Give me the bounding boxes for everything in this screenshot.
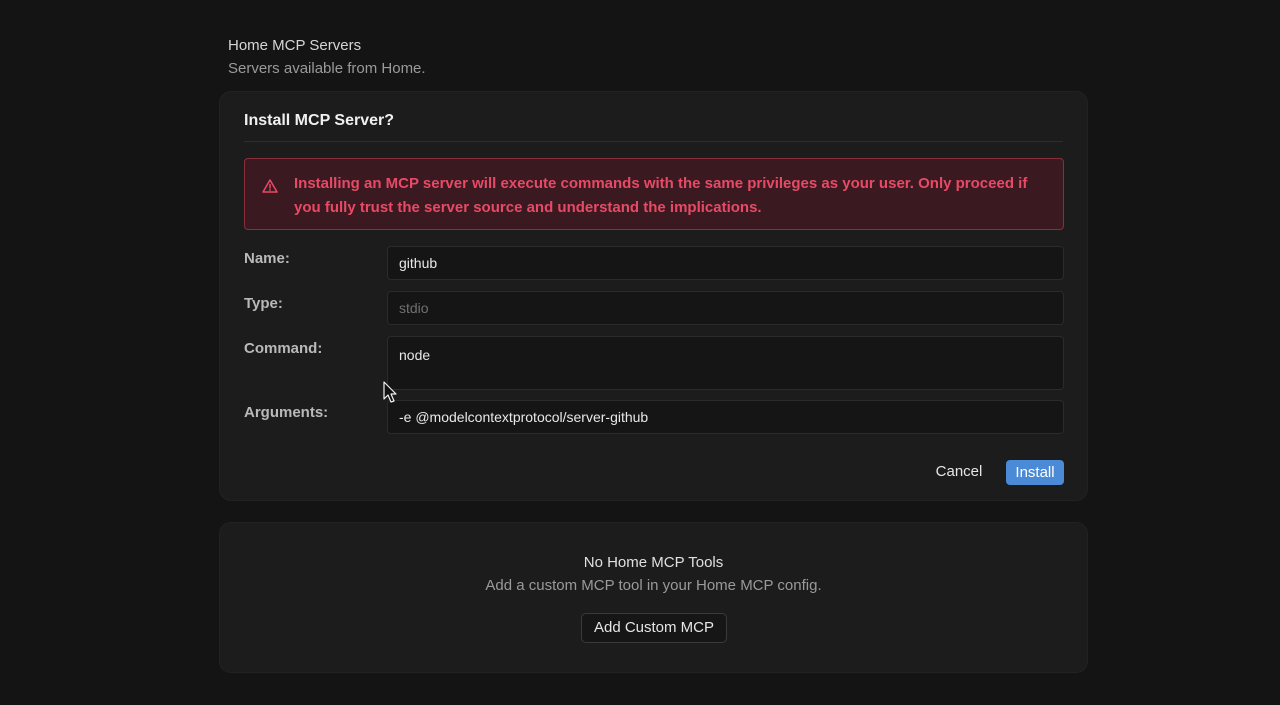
- dialog-title: Install MCP Server?: [244, 112, 394, 129]
- arguments-label: Arguments:: [244, 404, 329, 421]
- install-button[interactable]: Install: [1006, 460, 1064, 485]
- install-mcp-dialog: Install MCP Server? Installing an MCP se…: [219, 91, 1088, 501]
- dialog-divider: [244, 141, 1063, 142]
- section-header: Home MCP Servers Servers available from …: [228, 37, 426, 78]
- type-label: Type:: [244, 295, 283, 312]
- command-label: Command:: [244, 340, 323, 357]
- warning-text: Installing an MCP server will execute co…: [294, 175, 1028, 216]
- page: Home MCP Servers Servers available from …: [0, 0, 1280, 705]
- warning-banner: Installing an MCP server will execute co…: [244, 158, 1064, 230]
- name-label: Name:: [244, 250, 290, 267]
- arguments-input[interactable]: -e @modelcontextprotocol/server-github: [387, 400, 1064, 434]
- warning-triangle-icon: [262, 179, 278, 193]
- section-title: Home MCP Servers: [228, 37, 362, 54]
- type-input[interactable]: stdio: [387, 291, 1064, 325]
- cancel-button[interactable]: Cancel: [924, 459, 994, 485]
- name-input[interactable]: github: [387, 246, 1064, 280]
- add-custom-mcp-button[interactable]: Add Custom MCP: [581, 613, 727, 643]
- empty-state-subtitle: Add a custom MCP tool in your Home MCP c…: [485, 577, 822, 594]
- mouse-cursor-icon: [383, 381, 397, 403]
- empty-state-title: No Home MCP Tools: [583, 554, 724, 571]
- command-input[interactable]: node: [387, 336, 1064, 390]
- section-subtitle: Servers available from Home.: [228, 60, 426, 77]
- empty-state-panel: No Home MCP Tools Add a custom MCP tool …: [219, 522, 1088, 673]
